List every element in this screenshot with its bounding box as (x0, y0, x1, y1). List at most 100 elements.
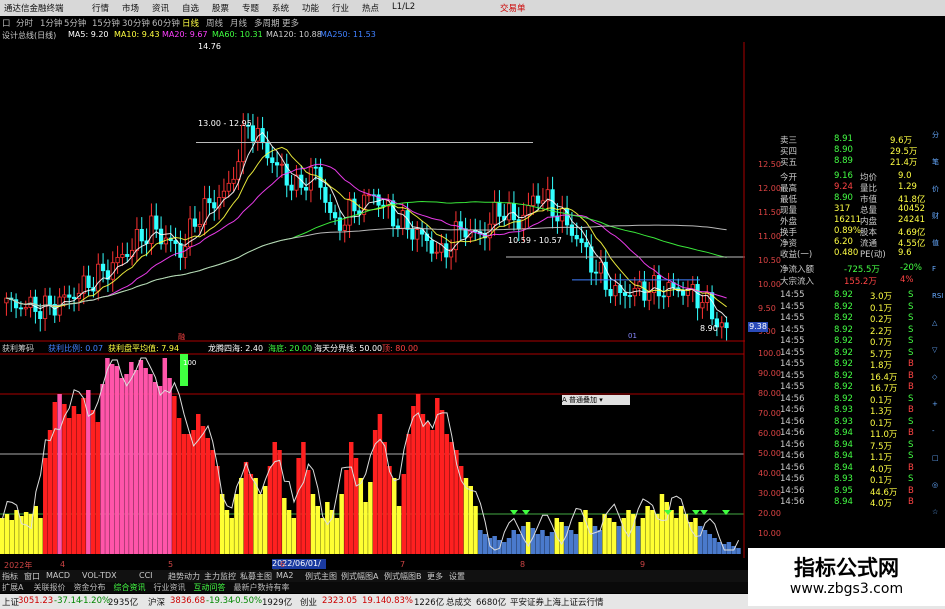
tab-extension[interactable]: 关联报价 (34, 582, 66, 593)
side-tool-icon[interactable]: ◎ (932, 481, 938, 489)
tab-indicator[interactable]: 指标 (2, 571, 18, 582)
tab-period-multi[interactable]: 多周期 (254, 17, 280, 29)
tab-period-15min[interactable]: 15分钟 (92, 17, 120, 29)
menu-stocks[interactable]: 股票 (212, 2, 229, 14)
tab-extension[interactable]: 互动问答 (194, 582, 226, 593)
tick-time: 14:55 (780, 382, 805, 392)
tick-volume: 4.0万 (870, 464, 893, 475)
tab-indicator[interactable]: 更多 (427, 571, 443, 582)
tab-indicator[interactable]: 趋势动力 (168, 571, 200, 582)
stat-value: 40452 (898, 204, 926, 214)
side-tool-icon[interactable]: + (932, 400, 938, 408)
profit-bar (411, 406, 416, 554)
tab-period-weekly[interactable]: 周线 (206, 17, 223, 29)
side-tool-icon[interactable]: □ (932, 454, 939, 462)
side-tool-icon[interactable]: F (932, 265, 936, 273)
tab-extension[interactable]: 行业资讯 (154, 582, 186, 593)
flow-label: 大宗流入 (780, 277, 815, 287)
tab-indicator[interactable]: 窗口 (24, 571, 40, 582)
tab-period-monthly[interactable]: 月线 (230, 17, 247, 29)
tab-indicator[interactable]: MACD (46, 571, 70, 580)
tick-volume: 1.8万 (870, 361, 893, 371)
order-row: 买四 8.90 29.5万 (780, 145, 930, 157)
menu-industry[interactable]: 行业 (332, 2, 349, 14)
side-tool-icon[interactable]: ☆ (932, 508, 938, 516)
candle-body (593, 271, 599, 274)
candlestick-chart[interactable] (0, 42, 745, 342)
tick-volume: 4.0万 (870, 499, 893, 509)
tab-indicator[interactable]: 设置 (449, 571, 465, 582)
menu-system[interactable]: 系统 (272, 2, 289, 14)
side-tool-icon[interactable]: 分 (932, 130, 939, 140)
profit-bar (196, 414, 201, 554)
tick-side: S (908, 336, 914, 346)
profit-bar (191, 430, 196, 554)
stat-value: 8.90 (834, 193, 853, 203)
x-tick: 6 (280, 560, 286, 569)
main-y-tick: 10.00 (758, 279, 781, 289)
menu-functions[interactable]: 功能 (302, 2, 319, 14)
tab-indicator[interactable]: 例式幅图A (341, 571, 378, 582)
profit-bar (659, 494, 665, 554)
overlay-dropdown[interactable]: A 普通叠加 ▾ (562, 395, 630, 405)
menu-bazaar[interactable]: 市场 (122, 2, 139, 14)
tab-period-60min[interactable]: 60分钟 (152, 17, 180, 29)
side-tool-icon[interactable]: 值 (932, 238, 939, 248)
menu-watchlist[interactable]: 自选 (182, 2, 199, 14)
candle-body (584, 242, 589, 248)
sub-y-tick: 60.00 (758, 429, 781, 438)
tick-time: 14:55 (780, 370, 805, 381)
profit-bar (215, 466, 220, 554)
menu-topics[interactable]: 专题 (242, 2, 259, 14)
candle-body (497, 201, 502, 217)
tab-extension[interactable]: 扩展A (2, 582, 23, 593)
tick-price: 8.92 (834, 347, 853, 358)
tab-indicator[interactable]: VOL-TDX (82, 571, 117, 580)
side-tool-icon[interactable]: 笔 (932, 157, 939, 167)
menu-market[interactable]: 行情 (92, 2, 109, 14)
tab-indicator[interactable]: 私募主图 (240, 571, 272, 582)
tab-period-daily[interactable]: 日线 (182, 17, 199, 29)
tab-period-30min[interactable]: 30分钟 (122, 17, 150, 29)
tab-period-1min[interactable]: 1分钟 (40, 17, 62, 29)
tab-period-more[interactable]: 更多 (282, 17, 299, 29)
tick-side: B (908, 382, 914, 392)
tick-side: S (908, 451, 914, 461)
x-tick: 8 (520, 560, 526, 569)
tab-extension[interactable]: 综合资讯 (114, 582, 146, 593)
candle-body (680, 290, 686, 296)
menu-news[interactable]: 资讯 (152, 2, 169, 14)
sub-y-tick: 20.00 (758, 509, 781, 518)
tab-indicator[interactable]: 例式主图 (305, 571, 337, 582)
tab-indicator[interactable]: MA2 (276, 571, 293, 580)
side-tool-icon[interactable]: △ (932, 319, 937, 327)
candle-body (18, 307, 24, 310)
tab-period-intraday[interactable]: 分时 (16, 17, 33, 29)
tab-indicator[interactable]: 主力监控 (204, 571, 236, 582)
profit-bar (224, 510, 230, 554)
menu-hotspots[interactable]: 热点 (362, 2, 379, 14)
side-tool-icon[interactable]: - (932, 427, 935, 435)
profit-bar (645, 506, 650, 554)
side-tool-icon[interactable]: 价 (932, 184, 939, 194)
sub-peak-label: 100 (183, 359, 197, 367)
candle-body (241, 124, 246, 163)
tab-indicator[interactable]: 例式幅图B (384, 571, 422, 582)
tick-volume: 1.1万 (870, 453, 893, 463)
profit-chips-chart[interactable] (0, 342, 745, 558)
profit-bar (57, 394, 62, 554)
side-tool-icon[interactable]: ▽ (932, 346, 937, 354)
menu-trade[interactable]: 交易单 (500, 2, 526, 14)
profit-bar (47, 430, 53, 554)
side-tool-icon[interactable]: 财 (932, 211, 939, 221)
stat-row: 现量 317 总量 40452 (780, 204, 930, 216)
side-tool-icon[interactable]: RSI (932, 292, 943, 300)
tab-extension[interactable]: 资金分布 (74, 582, 106, 593)
tab-period-5min[interactable]: 5分钟 (64, 17, 86, 29)
tab-indicator[interactable]: CCI (139, 571, 153, 580)
tab-extension[interactable]: 最新户数持有率 (234, 582, 290, 593)
candle-body (647, 292, 652, 301)
menu-level[interactable]: L1/L2 (392, 2, 415, 12)
order-row: 买五 8.89 21.4万 (780, 156, 930, 168)
side-tool-icon[interactable]: ◇ (932, 373, 937, 381)
